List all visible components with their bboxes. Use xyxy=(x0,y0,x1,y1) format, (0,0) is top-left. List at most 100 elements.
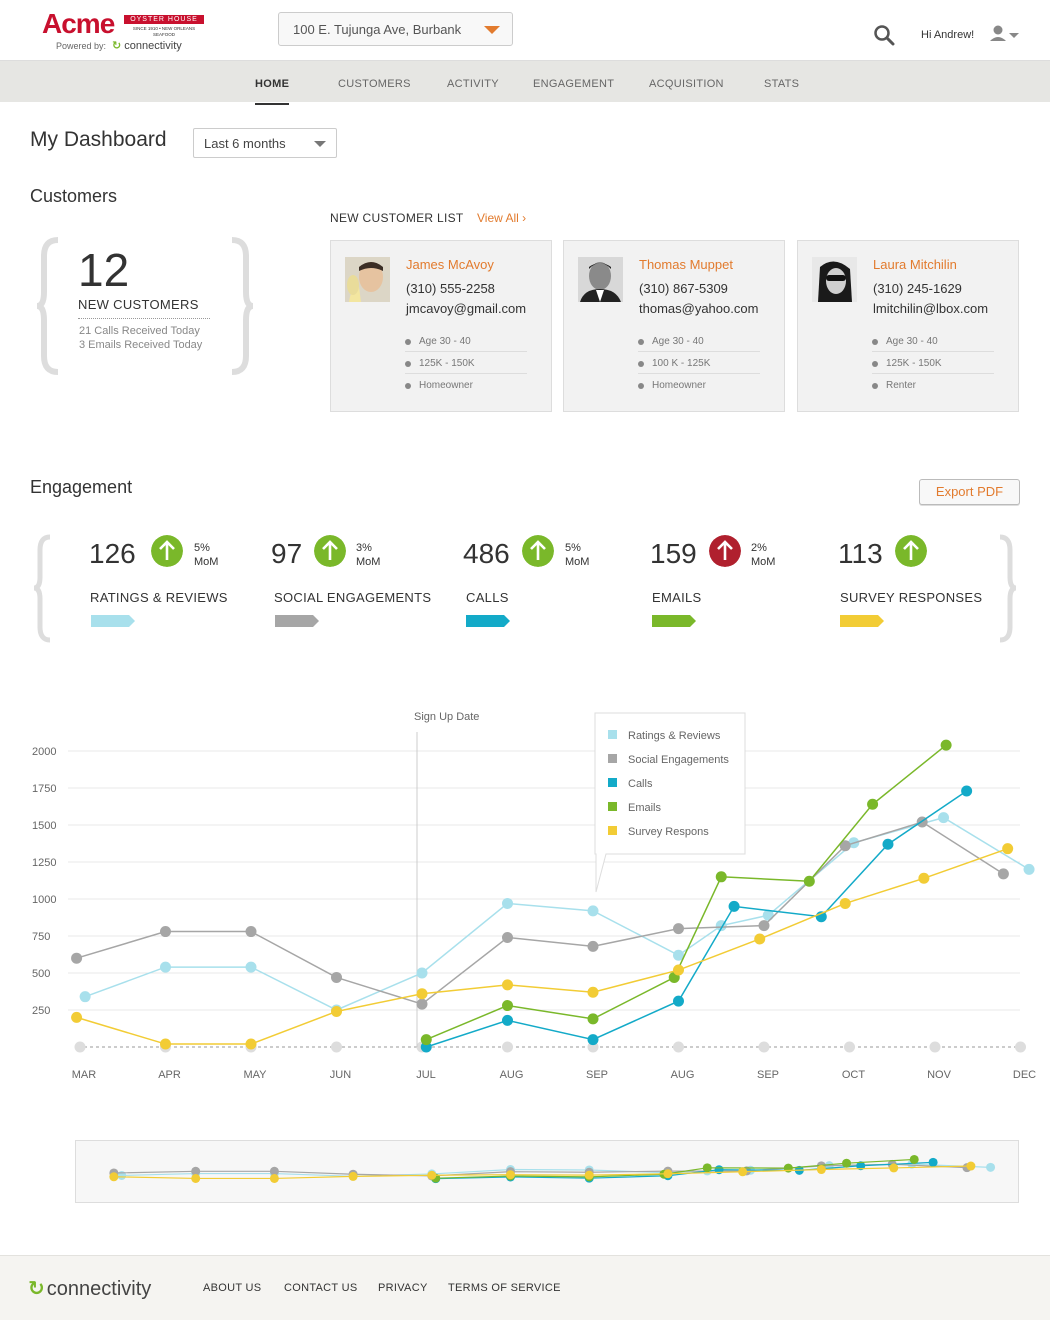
customer-name[interactable]: Laura Mitchilin xyxy=(873,257,957,272)
powered-by-label: Powered by: xyxy=(56,41,107,51)
x-tick-label: SEP xyxy=(757,1069,779,1081)
data-point xyxy=(587,940,599,952)
location-select[interactable]: 100 E. Tujunga Ave, Burbank xyxy=(278,12,513,46)
customer-name[interactable]: James McAvoy xyxy=(406,257,494,272)
y-tick-label: 2000 xyxy=(32,746,56,758)
mini-data-point xyxy=(702,1163,712,1173)
survey-label: SURVEY RESPONSES xyxy=(840,590,983,605)
data-point xyxy=(1023,863,1035,875)
connectivity-mark-icon: ↻ xyxy=(28,1278,45,1300)
mini-data-point xyxy=(506,1170,515,1180)
ratings-count: 126 xyxy=(89,538,136,569)
y-tick-label: 500 xyxy=(32,968,50,980)
chart-range-navigator[interactable] xyxy=(75,1140,1019,1203)
customer-age: Age 30 - 40 xyxy=(638,336,760,352)
x-tick-label: JUL xyxy=(416,1069,436,1081)
left-brace-icon xyxy=(33,534,51,643)
data-point xyxy=(754,933,766,945)
series-social-engagements xyxy=(71,816,1009,1010)
footer-logo[interactable]: ↻ connectivity xyxy=(28,1276,151,1301)
data-point xyxy=(728,900,740,912)
user-menu-icon[interactable] xyxy=(989,24,1023,44)
y-tick-label: 1750 xyxy=(32,783,56,795)
nav-acquisition[interactable]: ACQUISITION xyxy=(649,78,724,90)
data-point xyxy=(502,1000,513,1012)
social-count: 97 xyxy=(271,538,303,569)
customer-income: 125K - 150K xyxy=(405,358,527,374)
footer-about-link[interactable]: ABOUT US xyxy=(203,1282,261,1294)
customer-phone: (310) 867-5309 xyxy=(639,281,728,296)
customer-income: 100 K - 125K xyxy=(638,358,760,374)
baseline-point xyxy=(929,1041,941,1053)
date-range-value: Last 6 months xyxy=(204,136,286,151)
x-tick-label: APR xyxy=(158,1069,181,1081)
footer-privacy-link[interactable]: PRIVACY xyxy=(378,1282,428,1294)
customer-income: 125K - 150K xyxy=(872,358,994,374)
nav-activity[interactable]: ACTIVITY xyxy=(447,78,499,90)
date-range-select[interactable]: Last 6 months xyxy=(193,128,337,158)
data-point xyxy=(839,897,851,909)
customer-name[interactable]: Thomas Muppet xyxy=(639,257,733,272)
data-point xyxy=(416,998,428,1010)
nav-customers[interactable]: CUSTOMERS xyxy=(338,78,411,90)
calls-legend-swatch xyxy=(466,615,510,627)
engagement-line-chart[interactable]: 2000 1750 1500 1250 1000 750 500 250 MAR APR MAY JU… xyxy=(0,700,1050,1090)
x-tick-label: NOV xyxy=(927,1069,952,1081)
customer-card[interactable]: Thomas Muppet (310) 867-5309 thomas@yaho… xyxy=(563,240,785,412)
social-legend-swatch xyxy=(275,615,319,627)
data-point xyxy=(79,991,91,1003)
customer-housing: Homeowner xyxy=(638,380,760,395)
divider xyxy=(78,318,210,319)
new-customers-count: 12 xyxy=(78,244,130,296)
customer-avatar xyxy=(812,257,857,302)
footer-contact-link[interactable]: CONTACT US xyxy=(284,1282,358,1294)
footer-brand-name: connectivity xyxy=(46,1278,152,1300)
mini-data-point xyxy=(783,1163,793,1173)
location-value: 100 E. Tujunga Ave, Burbank xyxy=(293,22,462,37)
right-brace-icon xyxy=(231,237,254,375)
legend-label: Survey Respons xyxy=(628,826,709,838)
data-point xyxy=(882,838,894,850)
legend-label: Ratings & Reviews xyxy=(628,730,721,742)
mini-data-point xyxy=(191,1173,201,1183)
data-point xyxy=(416,988,428,1000)
baseline-point xyxy=(1015,1041,1026,1053)
data-point xyxy=(867,798,879,810)
customer-email: thomas@yahoo.com xyxy=(639,301,759,316)
legend-label: Calls xyxy=(628,778,653,790)
partner-name: connectivity xyxy=(124,40,182,52)
data-point xyxy=(587,905,599,917)
legend-swatch xyxy=(608,730,617,739)
calls-change: 5% MoM xyxy=(565,542,590,568)
mini-data-point xyxy=(269,1173,279,1183)
data-point xyxy=(245,926,257,938)
footer-terms-link[interactable]: TERMS OF SERVICE xyxy=(448,1282,561,1294)
data-point xyxy=(715,871,727,883)
customer-card[interactable]: James McAvoy (310) 555-2258 jmcavoy@gmai… xyxy=(330,240,552,412)
acme-logo[interactable]: Acme OYSTER HOUSE SINCE 1910 • NEW ORLEA… xyxy=(42,8,212,56)
data-point xyxy=(71,1011,83,1023)
nav-home[interactable]: HOME xyxy=(255,78,290,105)
customer-card[interactable]: Laura Mitchilin (310) 245-1629 lmitchili… xyxy=(797,240,1019,412)
export-pdf-button[interactable]: Export PDF xyxy=(919,479,1020,505)
mini-data-point xyxy=(966,1161,976,1171)
customer-phone: (310) 555-2258 xyxy=(406,281,495,296)
x-tick-label: DEC xyxy=(1013,1069,1036,1081)
nav-engagement[interactable]: ENGAGEMENT xyxy=(533,78,614,90)
view-all-link[interactable]: View All › xyxy=(477,211,526,225)
legend-label: Emails xyxy=(628,802,662,814)
nav-stats[interactable]: STATS xyxy=(764,78,799,90)
mini-data-point xyxy=(816,1165,826,1175)
emails-today-text: 3 Emails Received Today xyxy=(79,339,203,351)
data-point xyxy=(160,926,171,938)
mini-data-point xyxy=(738,1167,748,1177)
social-change: 3% MoM xyxy=(356,542,381,568)
data-point xyxy=(420,1034,432,1046)
customer-email: lmitchilin@lbox.com xyxy=(873,301,989,316)
data-point xyxy=(673,923,684,935)
legend-swatch xyxy=(608,826,617,835)
x-tick-label: MAR xyxy=(72,1069,97,1081)
search-icon[interactable] xyxy=(873,24,895,46)
emails-change: 2% MoM xyxy=(751,542,776,568)
ratings-legend-swatch xyxy=(91,615,135,627)
